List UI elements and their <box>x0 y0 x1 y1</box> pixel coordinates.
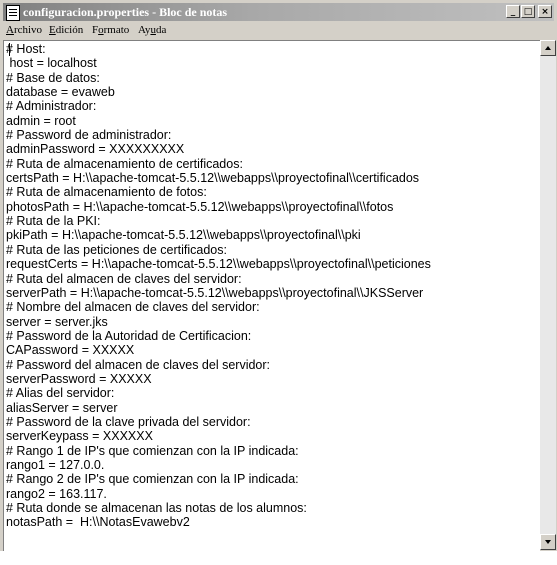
editor-line: certsPath = H:\\apache-tomcat-5.5.12\\we… <box>6 171 420 186</box>
menu-archivo[interactable]: Archivo <box>6 24 42 36</box>
menu-formato[interactable]: Formato <box>92 24 129 36</box>
editor-line: # Administrador: <box>6 99 97 114</box>
editor-line: # Password del almacen de claves del ser… <box>6 357 271 372</box>
editor-line: notasPath = H:\\NotasEvawebv2 <box>6 515 190 530</box>
editor-line: # Host: <box>6 42 46 56</box>
editor-line: # Ruta donde se almacenan las notas de l… <box>6 501 307 515</box>
arrow-down-icon <box>545 540 551 544</box>
editor-line: adminPassword = XXXXXXXXX <box>6 142 185 157</box>
menu-bar: Archivo Edición Formato Ayuda <box>3 22 554 39</box>
editor-line: serverKeypass = XXXXXX <box>6 429 153 444</box>
editor-line: # Ruta de almacenamiento de fotos: <box>6 185 207 200</box>
editor-line: # Ruta del almacen de claves del servido… <box>6 271 242 286</box>
scroll-down-button[interactable] <box>540 534 556 550</box>
editor-line: admin = root <box>6 113 76 128</box>
window-title: configuracion.properties - Bloc de notas <box>23 5 228 19</box>
editor-line: # Rango 2 de IP's que comienzan con la I… <box>6 472 299 487</box>
menu-ayuda[interactable]: Ayuda <box>138 24 166 36</box>
arrow-up-icon <box>545 46 551 50</box>
close-button[interactable]: × <box>538 5 552 18</box>
editor-line: # Rango 1 de IP's que comienzan con la I… <box>6 443 299 458</box>
editor-line: # Ruta de las peticiones de certificados… <box>6 242 227 257</box>
editor-line: database = evaweb <box>6 85 115 100</box>
editor-line: photosPath = H:\\apache-tomcat-5.5.12\\w… <box>6 199 394 214</box>
editor-line: # Ruta de almacenamiento de certificados… <box>6 156 243 171</box>
editor-content[interactable]: # Host: host = localhost # Base de datos:… <box>6 42 431 530</box>
editor-line: host = localhost <box>6 56 97 71</box>
minimize-button[interactable]: _ <box>506 5 520 18</box>
scroll-up-button[interactable] <box>540 40 556 56</box>
editor-line: serverPassword = XXXXX <box>6 371 152 386</box>
editor-line: # Nombre del almacen de claves del servi… <box>6 300 260 315</box>
notepad-icon[interactable] <box>6 5 20 21</box>
title-bar[interactable]: configuracion.properties - Bloc de notas… <box>3 3 554 21</box>
editor-line: # Alias del servidor: <box>6 386 115 401</box>
editor-line: # Ruta de la PKI: <box>6 214 101 229</box>
maximize-button[interactable]: □ <box>521 5 535 18</box>
editor-line: pkiPath = H:\\apache-tomcat-5.5.12\\weba… <box>6 228 361 243</box>
editor-line: server = server.jks <box>6 314 108 329</box>
editor-line: # Password de administrador: <box>6 128 172 143</box>
editor-line: requestCerts = H:\\apache-tomcat-5.5.12\… <box>6 257 431 272</box>
editor-line: # Password de la Autoridad de Certificac… <box>6 328 252 343</box>
editor-line: rango2 = 163.117. <box>6 486 107 501</box>
menu-edicion[interactable]: Edición <box>49 24 83 36</box>
editor-line: aliasServer = server <box>6 400 118 415</box>
text-editor[interactable]: # Host: host = localhost # Base de datos:… <box>3 40 540 551</box>
editor-line: rango1 = 127.0.0. <box>6 457 105 472</box>
editor-line: # Base de datos: <box>6 70 100 85</box>
editor-line: CAPassword = XXXXX <box>6 343 135 358</box>
text-caret <box>9 43 10 56</box>
vertical-scrollbar[interactable] <box>540 40 556 550</box>
notepad-window: configuracion.properties - Bloc de notas… <box>0 0 557 551</box>
editor-line: # Password de la clave privada del servi… <box>6 414 251 429</box>
editor-line: serverPath = H:\\apache-tomcat-5.5.12\\w… <box>6 285 424 300</box>
